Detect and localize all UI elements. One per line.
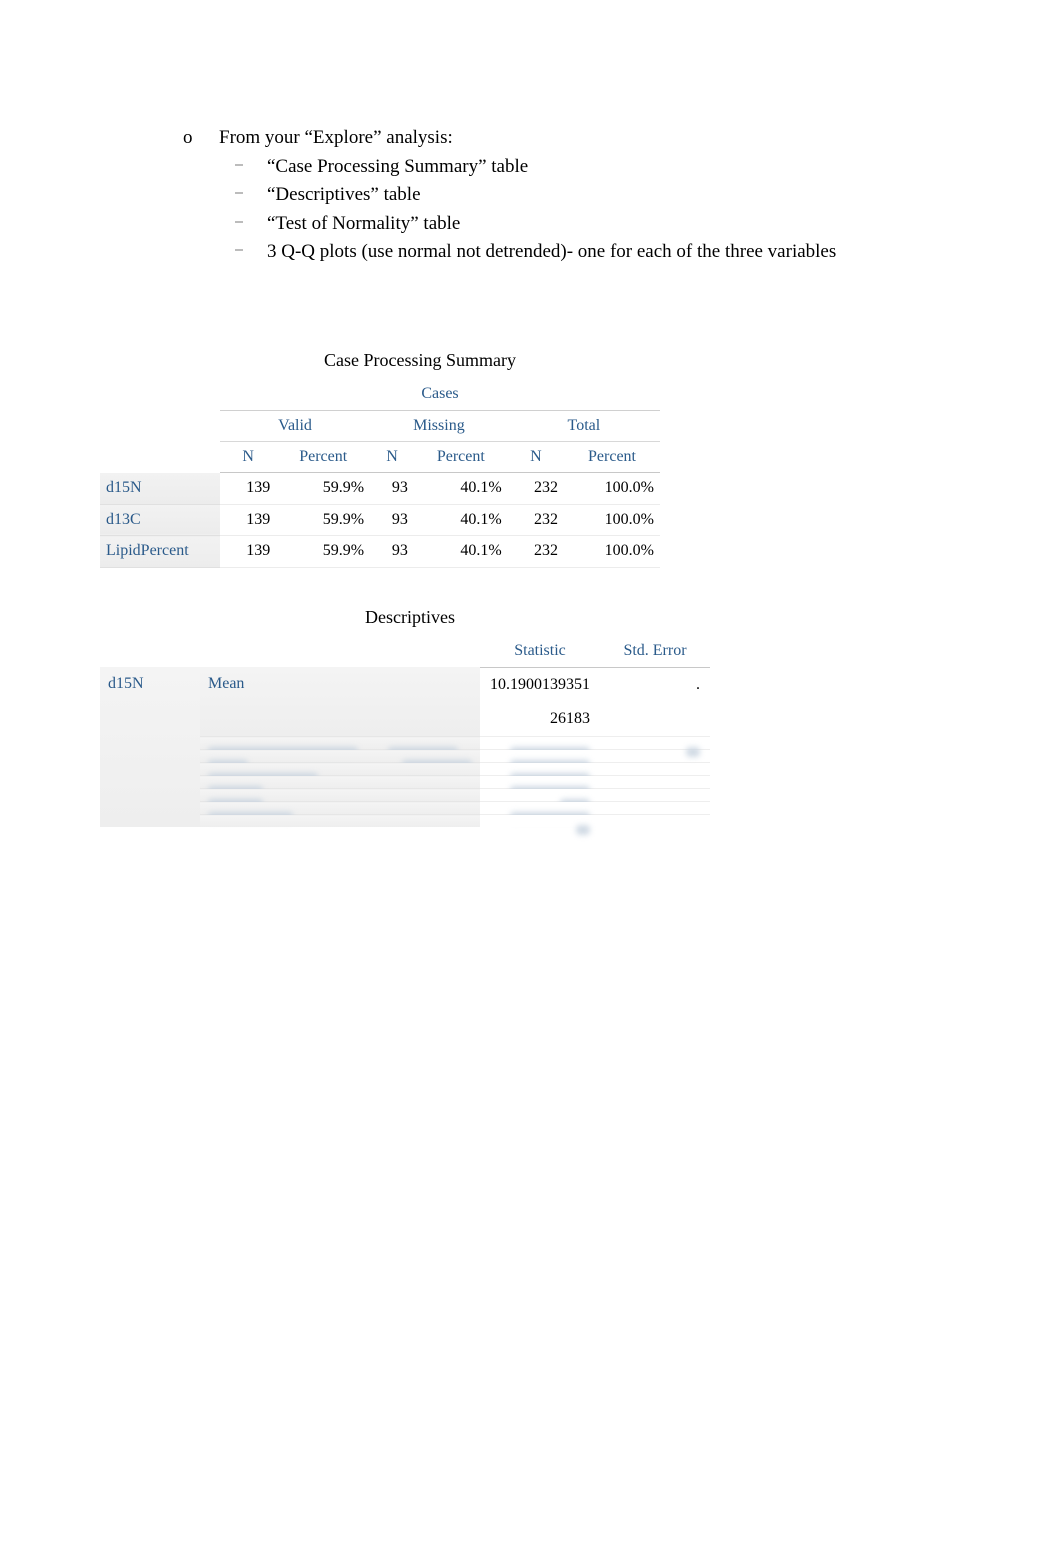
blurred-statistic [480, 737, 600, 750]
blurred-label [200, 815, 480, 828]
cps-rowhead: d13C [100, 504, 220, 535]
cps-cell: 139 [220, 536, 276, 567]
blurred-label [200, 789, 480, 802]
outer-list-text: From your “Explore” analysis: [219, 125, 963, 152]
cps-col-percent: Percent [564, 441, 660, 472]
blurred-statistic [480, 815, 600, 828]
blurred-label [200, 737, 380, 750]
cps-title: Case Processing Summary [100, 348, 740, 373]
blurred-stderror [600, 789, 710, 802]
desc-col-statistic: Statistic [480, 636, 600, 667]
cps-col-percent: Percent [276, 441, 370, 472]
cps-cell: 139 [220, 473, 276, 504]
cps-table: Cases Valid Missing Total N Percent N Pe… [100, 379, 660, 567]
blurred-statistic [480, 776, 600, 789]
blurred-label [200, 750, 380, 763]
table-row: LipidPercent 139 59.9% 93 40.1% 232 100.… [100, 536, 660, 567]
cps-cell: 59.9% [276, 504, 370, 535]
cps-cell: 93 [370, 536, 414, 567]
cps-col-n: N [370, 441, 414, 472]
desc-col-stderror: Std. Error [600, 636, 710, 667]
desc-mean-stderror: . [600, 667, 710, 737]
cps-cell: 139 [220, 504, 276, 535]
cps-col-n: N [508, 441, 564, 472]
blurred-statistic [480, 763, 600, 776]
blurred-sublabel [380, 737, 480, 750]
descriptives-title: Descriptives [100, 605, 720, 630]
cps-cell: 59.9% [276, 473, 370, 504]
cps-col-n: N [220, 441, 276, 472]
cps-group-total: Total [508, 410, 660, 441]
cps-super-header: Cases [220, 379, 660, 410]
cps-col-percent: Percent [414, 441, 508, 472]
blurred-statistic [480, 802, 600, 815]
cps-cell: 93 [370, 473, 414, 504]
cps-cell: 40.1% [414, 473, 508, 504]
blurred-stderror [600, 815, 710, 828]
cps-cell: 59.9% [276, 536, 370, 567]
blurred-label [200, 763, 480, 776]
inner-list-marker: ⎯ [219, 154, 267, 181]
blurred-sublabel [380, 750, 480, 763]
descriptives-table: Descriptives Statistic Std. Error d15N M… [100, 605, 720, 827]
blurred-stderror [600, 763, 710, 776]
blurred-label [200, 776, 480, 789]
cps-cell: 100.0% [564, 473, 660, 504]
cps-cell: 232 [508, 473, 564, 504]
blurred-stderror [600, 776, 710, 789]
desc-variable: d15N [100, 667, 200, 827]
inner-list-marker: ⎯ [219, 211, 267, 238]
cps-rowhead: LipidPercent [100, 536, 220, 567]
cps-cell: 232 [508, 504, 564, 535]
cps-cell: 100.0% [564, 504, 660, 535]
cps-group-valid: Valid [220, 410, 370, 441]
cps-cell: 100.0% [564, 536, 660, 567]
blurred-stderror [600, 802, 710, 815]
inner-list-marker: ⎯ [219, 239, 267, 266]
blurred-statistic [480, 750, 600, 763]
cps-cell: 232 [508, 536, 564, 567]
cps-cell: 40.1% [414, 536, 508, 567]
inner-list-item: “Case Processing Summary” table [267, 154, 963, 181]
cps-cell: 93 [370, 504, 414, 535]
blurred-label [200, 802, 480, 815]
desc-mean-statistic-line2: 26183 [480, 702, 600, 737]
desc-table: Statistic Std. Error d15N Mean 10.190013… [100, 636, 710, 827]
case-processing-summary: Case Processing Summary Cases Valid Miss… [100, 348, 740, 568]
cps-cell: 40.1% [414, 504, 508, 535]
table-row: d15N 139 59.9% 93 40.1% 232 100.0% [100, 473, 660, 504]
table-row: d13C 139 59.9% 93 40.1% 232 100.0% [100, 504, 660, 535]
cps-group-missing: Missing [370, 410, 508, 441]
outer-list-marker: o [183, 125, 219, 268]
desc-mean-label: Mean [200, 667, 480, 737]
desc-mean-statistic: 10.1900139351 [480, 667, 600, 702]
blurred-stderror [600, 737, 710, 750]
blurred-statistic [480, 789, 600, 802]
inner-list-marker: ⎯ [219, 182, 267, 209]
inner-list-item: “Descriptives” table [267, 182, 963, 209]
table-row: d15N Mean 10.1900139351 . [100, 667, 710, 702]
inner-list-item: 3 Q-Q plots (use normal not detrended)- … [267, 239, 963, 266]
inner-list-item: “Test of Normality” table [267, 211, 963, 238]
cps-rowhead: d15N [100, 473, 220, 504]
